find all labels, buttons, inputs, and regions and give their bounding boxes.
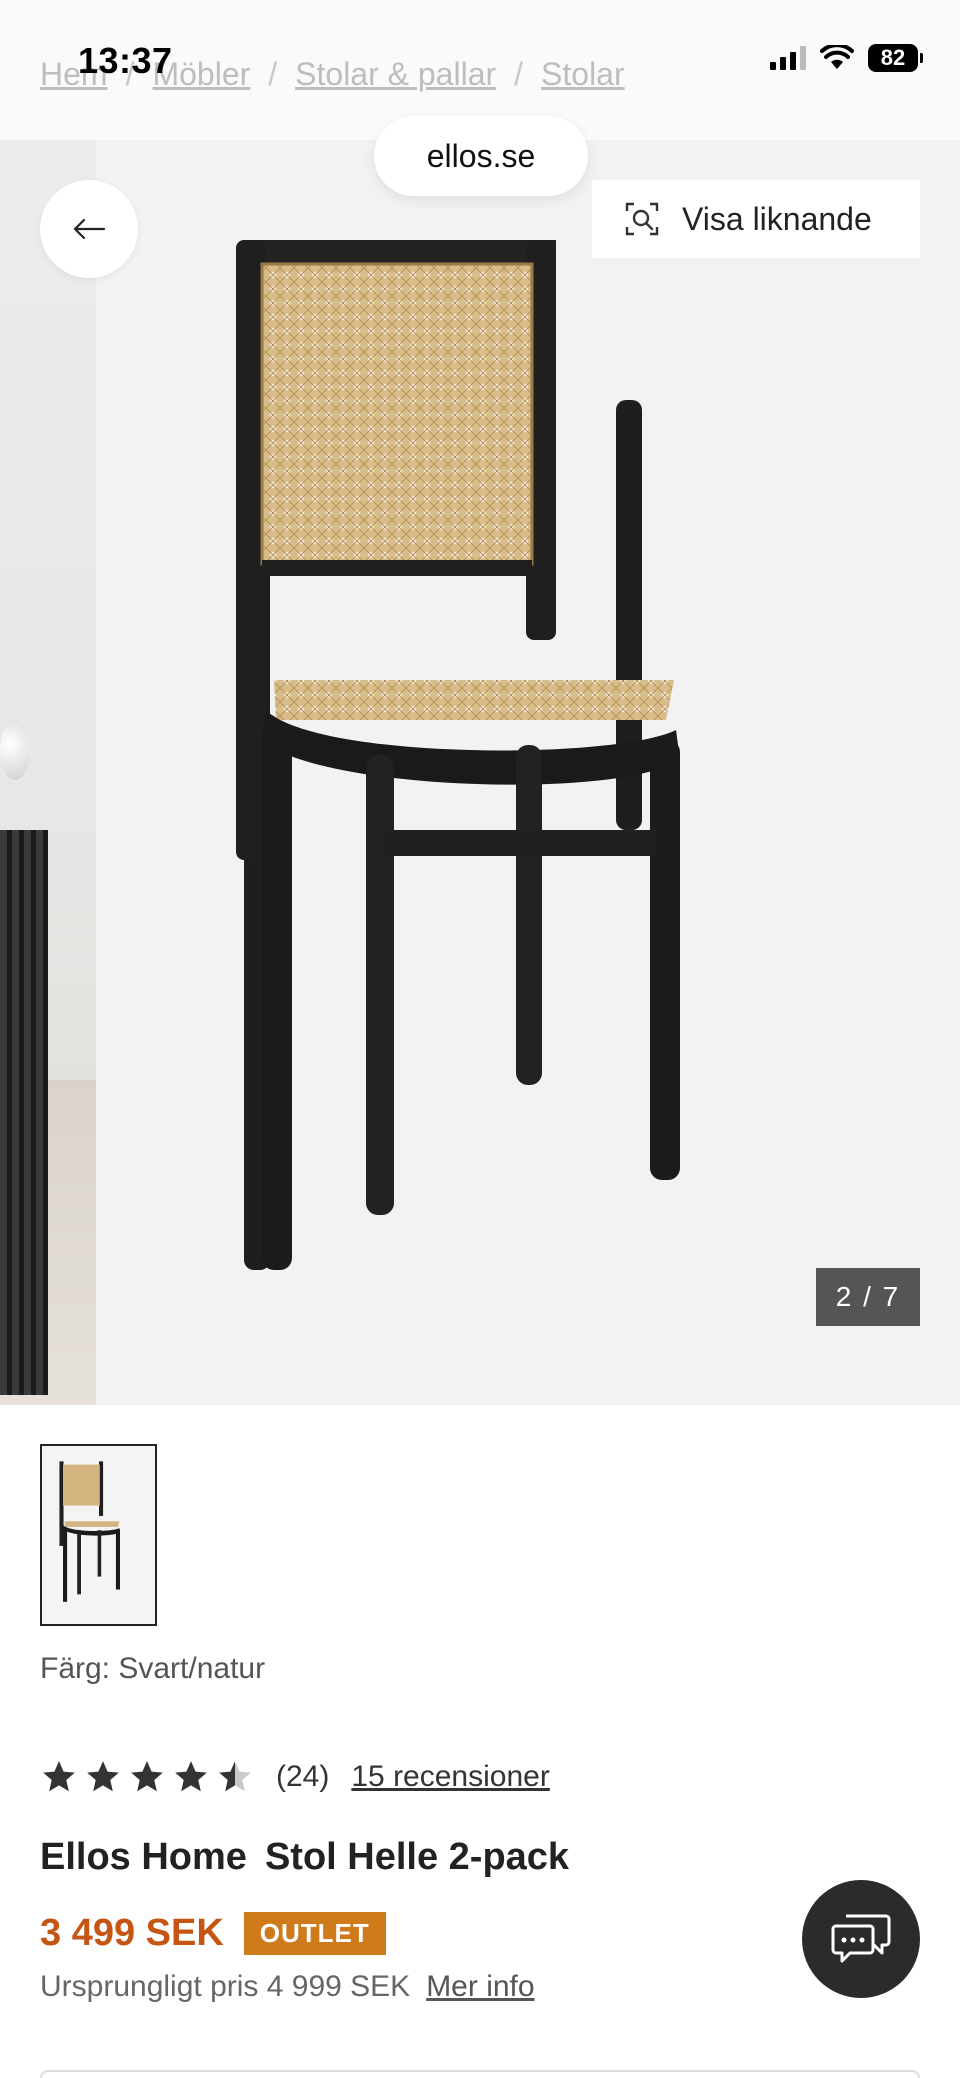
wifi-icon xyxy=(820,45,854,71)
outlet-badge: OUTLET xyxy=(243,1912,386,1955)
chair-thumbnail-image xyxy=(58,1461,120,1602)
original-price-row: Ursprungligt pris 4 999 SEK Mer info xyxy=(40,1970,535,2004)
rating-row: (24) 15 recensioner xyxy=(40,1752,550,1802)
star-half-icon xyxy=(219,1761,251,1792)
reviews-link[interactable]: 15 recensioner xyxy=(351,1760,549,1794)
product-name: Stol Helle 2-pack xyxy=(264,1836,570,1878)
current-slide-image[interactable] xyxy=(96,140,960,1405)
back-arrow-icon xyxy=(73,218,106,240)
chat-button[interactable] xyxy=(802,1880,920,1998)
visual-search-button[interactable]: Visa liknande xyxy=(592,180,920,258)
signal-icon xyxy=(770,46,806,70)
slide-counter: 2 / 7 xyxy=(816,1268,920,1326)
star-icon xyxy=(131,1761,163,1792)
next-section-edge xyxy=(40,2070,920,2078)
star-rating[interactable] xyxy=(40,1758,254,1796)
visual-search-icon xyxy=(625,202,659,236)
chair-image xyxy=(236,240,680,1270)
previous-slide-image[interactable] xyxy=(0,140,96,1405)
status-icons: 82 xyxy=(770,44,923,72)
visual-search-label: Visa liknande xyxy=(682,200,872,237)
back-button[interactable] xyxy=(40,180,138,278)
chat-icon xyxy=(831,1914,891,1963)
color-label: Färg: Svart/natur xyxy=(40,1652,266,1685)
original-price: Ursprungligt pris 4 999 SEK xyxy=(40,1970,411,2003)
star-icon xyxy=(175,1761,207,1792)
price-row: 3 499 SEK OUTLET xyxy=(40,1912,386,1955)
star-icon xyxy=(87,1761,119,1792)
breadcrumb-chairs[interactable]: Stolar xyxy=(541,56,625,92)
product-title: Ellos Home Stol Helle 2-pack xyxy=(40,1836,569,1879)
browser-url-bar[interactable]: ellos.se xyxy=(374,116,588,196)
breadcrumb-separator: / xyxy=(268,56,278,92)
more-info-link[interactable]: Mer info xyxy=(426,1970,534,2003)
product-gallery[interactable]: Visa liknande 2 / 7 xyxy=(0,140,960,1405)
breadcrumb-separator: / xyxy=(514,56,524,92)
status-time: 13:37 xyxy=(78,40,173,81)
thumbnail-selected[interactable] xyxy=(40,1444,157,1626)
breadcrumb-chairs-stools[interactable]: Stolar & pallar xyxy=(295,56,496,92)
star-icon xyxy=(43,1761,75,1792)
battery-icon: 82 xyxy=(868,44,923,72)
product-brand[interactable]: Ellos Home xyxy=(40,1836,247,1878)
product-price: 3 499 SEK xyxy=(40,1912,224,1954)
rating-count: (24) xyxy=(276,1760,330,1793)
